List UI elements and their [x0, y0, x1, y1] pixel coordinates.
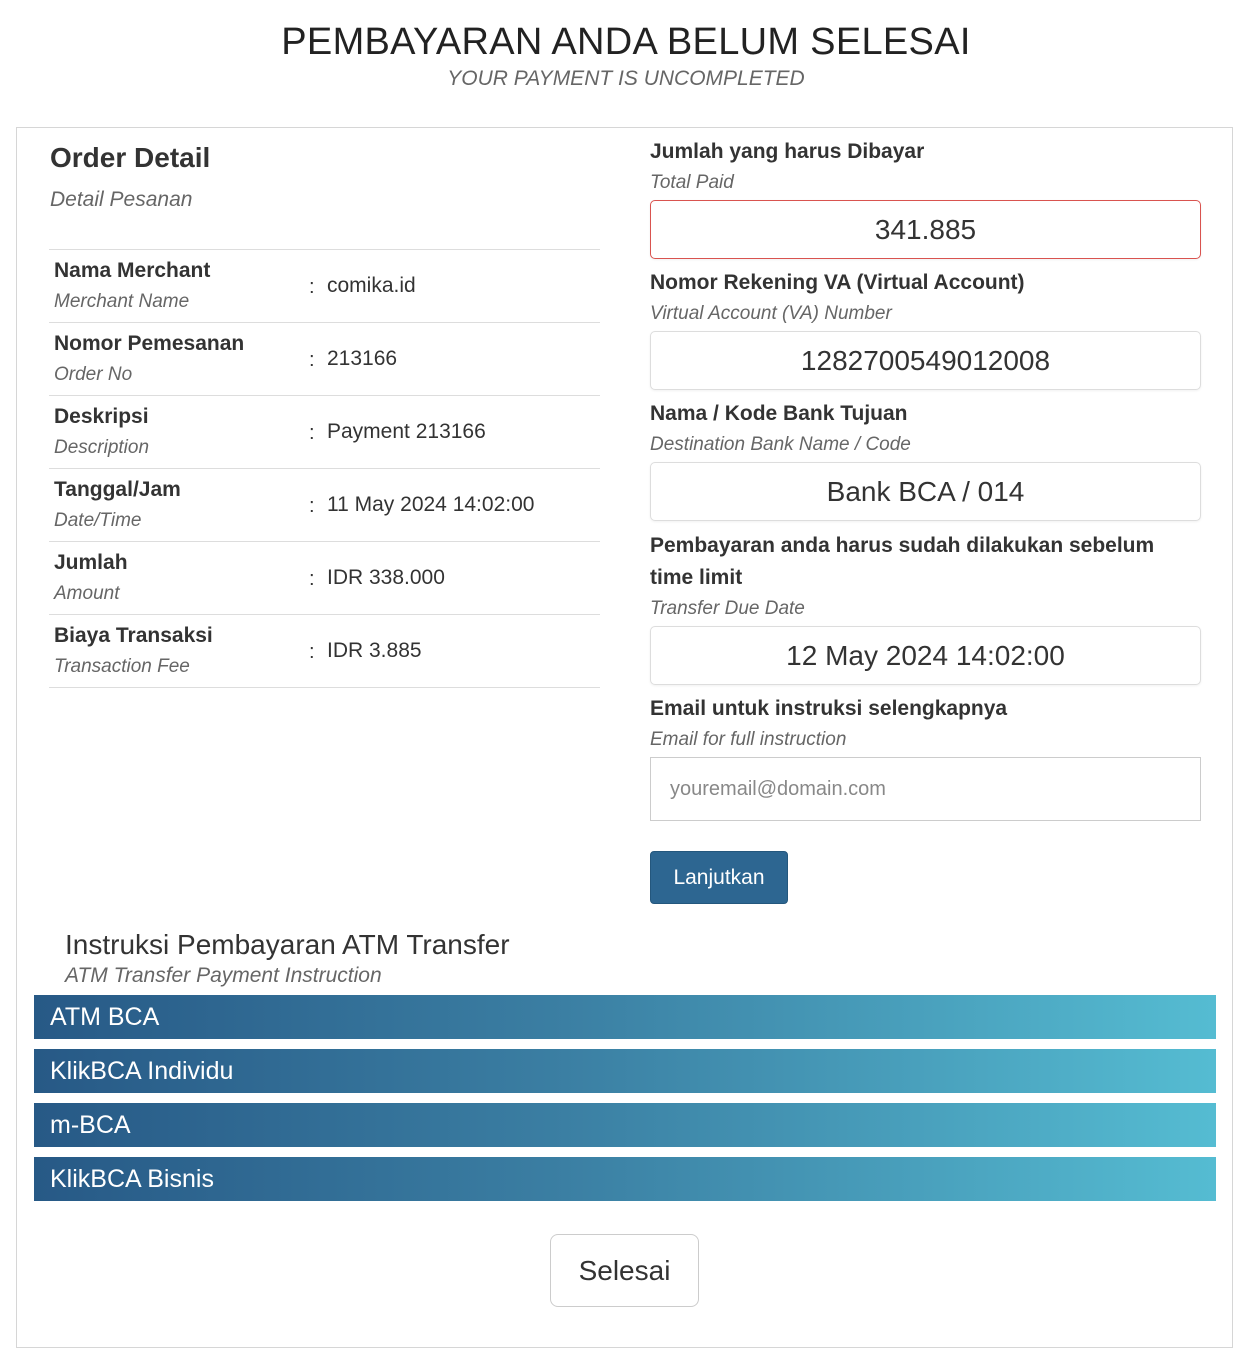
accordion-item-atm-bca[interactable]: ATM BCA [34, 995, 1216, 1039]
bank-sublabel: Destination Bank Name / Code [650, 434, 911, 455]
continue-button[interactable]: Lanjutkan [650, 851, 788, 904]
total-paid-value: 341.885 [650, 200, 1201, 259]
order-row-description: Deskripsi Description : Payment 213166 [49, 396, 600, 469]
order-detail-table: Nama Merchant Merchant Name : comika.id … [49, 249, 600, 688]
row-colon: : [309, 641, 315, 663]
row-sublabel: Transaction Fee [54, 656, 190, 677]
email-label: Email untuk instruksi selengkapnya [650, 697, 1008, 720]
row-value: Payment 213166 [327, 420, 486, 443]
row-value: 213166 [327, 347, 398, 370]
row-value: comika.id [327, 274, 416, 297]
row-colon: : [309, 276, 315, 298]
page-title: PEMBAYARAN ANDA BELUM SELESAI [281, 21, 971, 63]
due-date-label: Pembayaran anda harus sudah dilakukan se… [650, 534, 1155, 589]
order-row-amount: Jumlah Amount : IDR 338.000 [49, 542, 600, 615]
row-label: Nama Merchant [54, 259, 211, 282]
page-subtitle: YOUR PAYMENT IS UNCOMPLETED [447, 67, 805, 90]
va-number-sublabel: Virtual Account (VA) Number [650, 303, 892, 324]
order-detail-title: Order Detail [50, 142, 211, 173]
row-sublabel: Date/Time [54, 510, 142, 531]
row-sublabel: Order No [54, 364, 133, 385]
row-label: Deskripsi [54, 405, 149, 428]
row-label: Biaya Transaksi [54, 624, 213, 647]
bank-label: Nama / Kode Bank Tujuan [650, 402, 908, 425]
row-colon: : [309, 422, 315, 444]
row-sublabel: Amount [54, 583, 120, 604]
instructions-accordion: ATM BCA KlikBCA Individu m-BCA KlikBCA B… [34, 995, 1216, 1211]
due-date-value: 12 May 2024 14:02:00 [650, 626, 1201, 685]
row-colon: : [309, 495, 315, 517]
bank-value: Bank BCA / 014 [650, 462, 1201, 521]
row-label: Nomor Pemesanan [54, 332, 245, 355]
row-colon: : [309, 568, 315, 590]
email-input[interactable] [650, 757, 1201, 821]
due-date-sublabel: Transfer Due Date [650, 598, 805, 619]
done-button[interactable]: Selesai [550, 1234, 699, 1307]
row-sublabel: Merchant Name [54, 291, 190, 312]
total-paid-label: Jumlah yang harus Dibayar [650, 140, 925, 163]
total-paid-sublabel: Total Paid [650, 172, 734, 193]
va-number-label: Nomor Rekening VA (Virtual Account) [650, 271, 1025, 294]
va-number-value: 1282700549012008 [650, 331, 1201, 390]
row-label: Tanggal/Jam [54, 478, 181, 501]
order-detail-subtitle: Detail Pesanan [50, 188, 193, 211]
row-label: Jumlah [54, 551, 128, 574]
order-row-fee: Biaya Transaksi Transaction Fee : IDR 3.… [49, 615, 600, 688]
accordion-item-klikbca-bisnis[interactable]: KlikBCA Bisnis [34, 1157, 1216, 1201]
accordion-item-m-bca[interactable]: m-BCA [34, 1103, 1216, 1147]
page-header: PEMBAYARAN ANDA BELUM SELESAI YOUR PAYME… [0, 20, 1252, 92]
row-value: IDR 338.000 [327, 566, 445, 589]
instructions-subtitle: ATM Transfer Payment Instruction [65, 964, 382, 987]
email-sublabel: Email for full instruction [650, 729, 847, 750]
order-row-order-no: Nomor Pemesanan Order No : 213166 [49, 323, 600, 396]
row-value: 11 May 2024 14:02:00 [327, 493, 535, 516]
order-row-datetime: Tanggal/Jam Date/Time : 11 May 2024 14:0… [49, 469, 600, 542]
row-sublabel: Description [54, 437, 150, 458]
payment-card: Order Detail Detail Pesanan Nama Merchan… [16, 127, 1233, 1348]
accordion-item-klikbca-individu[interactable]: KlikBCA Individu [34, 1049, 1216, 1093]
row-colon: : [309, 349, 315, 371]
order-row-merchant: Nama Merchant Merchant Name : comika.id [49, 250, 600, 323]
instructions-title: Instruksi Pembayaran ATM Transfer [65, 929, 510, 960]
row-value: IDR 3.885 [327, 639, 422, 662]
